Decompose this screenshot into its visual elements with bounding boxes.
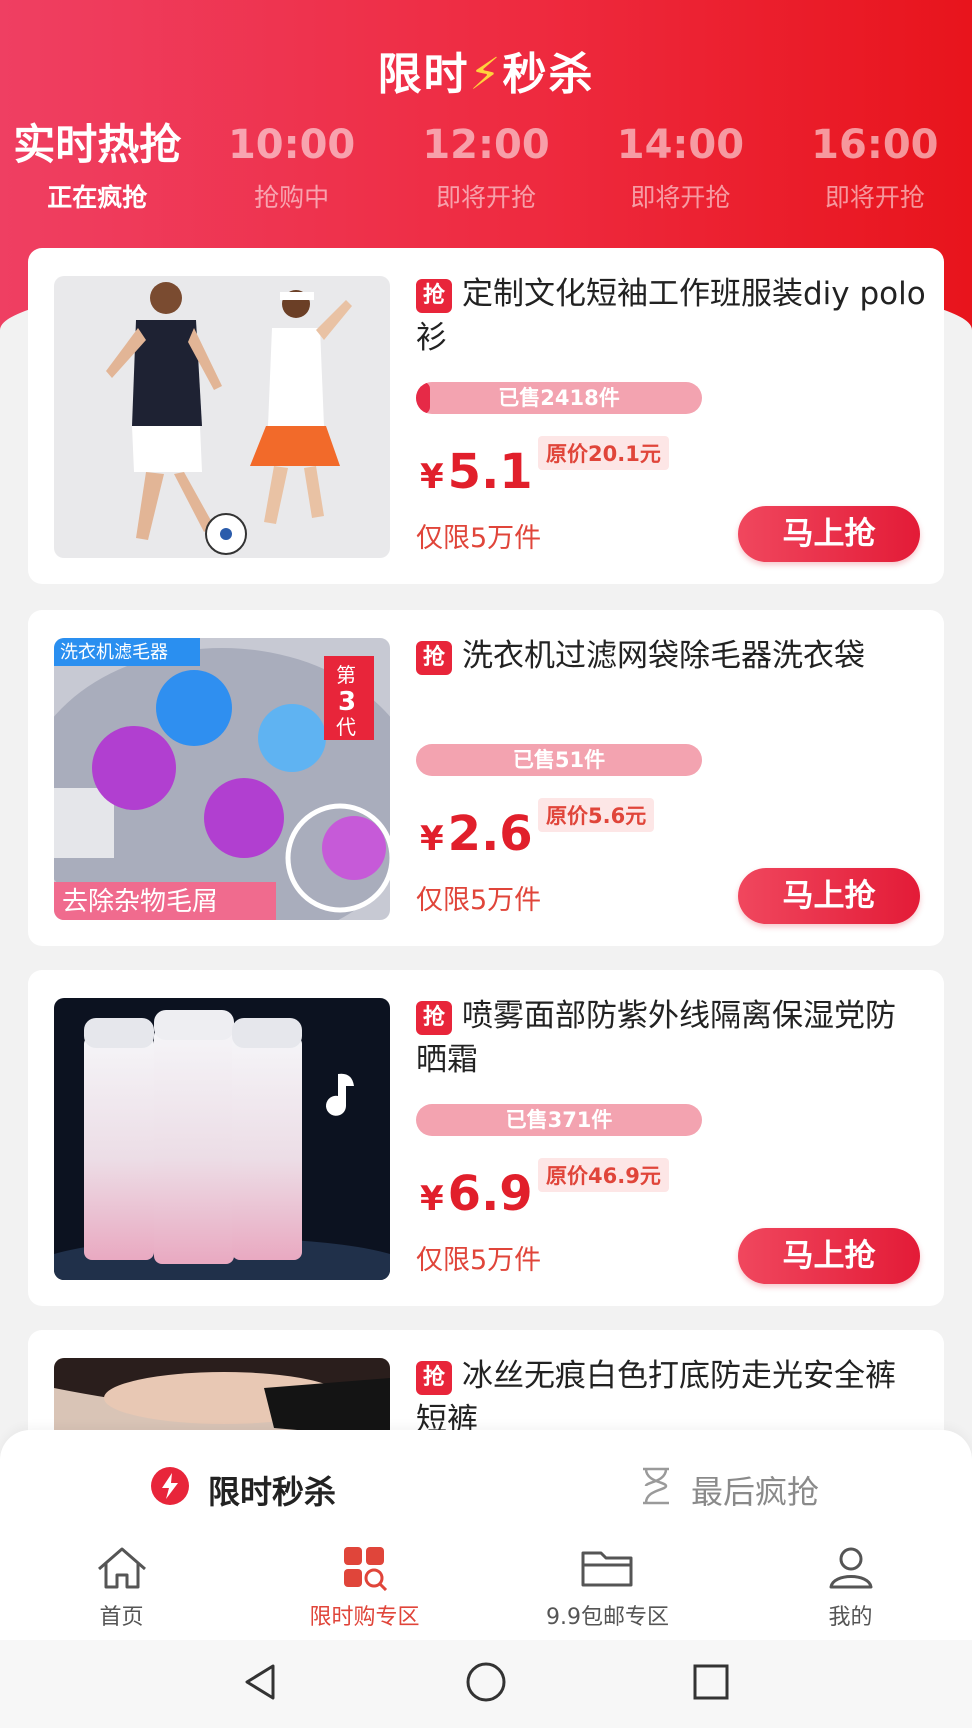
stock-limit: 仅限5万件 (416, 1245, 542, 1276)
buy-now-button[interactable]: 马上抢 (738, 1228, 920, 1284)
tab-1600[interactable]: 16:00 即将开抢 (778, 120, 972, 220)
product-title[interactable]: 抢冰丝无痕白色打底防走光安全裤短裤 (416, 1354, 926, 1442)
svg-text:代: 代 (336, 715, 356, 739)
flash-sale-icon (150, 1466, 190, 1514)
hourglass-icon (639, 1466, 673, 1514)
grab-tag: 抢 (416, 279, 452, 313)
time-tabs: 实时热抢 正在疯抢 10:00 抢购中 12:00 即将开抢 14:00 即将开… (0, 120, 972, 220)
svg-text:3: 3 (338, 687, 356, 717)
buy-now-button[interactable]: 马上抢 (738, 506, 920, 562)
sale-segment-switch: 限时秒杀 最后疯抢 (0, 1430, 972, 1550)
sold-progress: 已售2418件 (416, 382, 702, 414)
flash-sale-grid-icon (338, 1547, 392, 1595)
page-title: 限时⚡秒杀 (377, 49, 595, 100)
nav-home[interactable]: 首页 (0, 1535, 243, 1640)
original-price: 原价5.6元 (538, 798, 655, 832)
nav-flash-sale-zone[interactable]: 限时购专区 (243, 1535, 486, 1640)
product-image[interactable] (54, 276, 390, 558)
original-price: 原价20.1元 (538, 436, 669, 470)
svg-text:去除杂物毛屑: 去除杂物毛屑 (62, 887, 218, 917)
product-card[interactable]: 洗衣机滤毛器 第 3 代 去除杂物毛屑 抢洗衣机过滤网袋除毛器洗衣袋 已售51件… (28, 610, 944, 946)
product-title[interactable]: 抢定制文化短袖工作班服装diy polo衫 (416, 272, 926, 360)
user-icon (824, 1547, 878, 1595)
back-icon[interactable] (239, 1660, 283, 1708)
svg-text:洗衣机滤毛器: 洗衣机滤毛器 (60, 642, 168, 663)
sold-progress: 已售371件 (416, 1104, 702, 1136)
sold-progress: 已售51件 (416, 744, 702, 776)
product-image[interactable]: 洗衣机滤毛器 第 3 代 去除杂物毛屑 (54, 638, 390, 920)
bottom-nav: 首页 限时购专区 9.9包邮专区 我的 (0, 1535, 972, 1640)
tab-realtime[interactable]: 实时热抢 正在疯抢 (0, 120, 194, 220)
tab-1000[interactable]: 10:00 抢购中 (194, 120, 388, 220)
segment-last-chance[interactable]: 最后疯抢 (486, 1430, 972, 1550)
lightning-icon: ⚡ (469, 49, 503, 100)
svg-text:第: 第 (336, 663, 356, 687)
nav-profile[interactable]: 我的 (729, 1535, 972, 1640)
system-nav-bar (0, 1640, 972, 1728)
grab-tag: 抢 (416, 1361, 452, 1395)
nav-free-shipping-zone[interactable]: 9.9包邮专区 (486, 1535, 729, 1640)
product-image[interactable] (54, 998, 390, 1280)
original-price: 原价46.9元 (538, 1158, 669, 1192)
product-card[interactable]: 抢定制文化短袖工作班服装diy polo衫 已售2418件 原价20.1元 ¥5… (28, 248, 944, 584)
stock-limit: 仅限5万件 (416, 523, 542, 554)
sale-price: ¥5.1 (420, 444, 533, 500)
home-icon (95, 1547, 149, 1595)
product-card[interactable]: 抢喷雾面部防紫外线隔离保湿党防晒霜 已售371件 原价46.9元 ¥6.9 仅限… (28, 970, 944, 1306)
grab-tag: 抢 (416, 641, 452, 675)
sale-price: ¥2.6 (420, 806, 533, 862)
tab-1400[interactable]: 14:00 即将开抢 (583, 120, 777, 220)
buy-now-button[interactable]: 马上抢 (738, 868, 920, 924)
recent-apps-icon[interactable] (689, 1660, 733, 1708)
product-title[interactable]: 抢喷雾面部防紫外线隔离保湿党防晒霜 (416, 994, 926, 1082)
segment-flash-sale[interactable]: 限时秒杀 (0, 1430, 486, 1550)
grab-tag: 抢 (416, 1001, 452, 1035)
sale-price: ¥6.9 (420, 1166, 533, 1222)
product-title[interactable]: 抢洗衣机过滤网袋除毛器洗衣袋 (416, 634, 926, 678)
home-circle-icon[interactable] (463, 1659, 509, 1709)
folder-icon (579, 1551, 637, 1595)
stock-limit: 仅限5万件 (416, 885, 542, 916)
tab-1200[interactable]: 12:00 即将开抢 (389, 120, 583, 220)
